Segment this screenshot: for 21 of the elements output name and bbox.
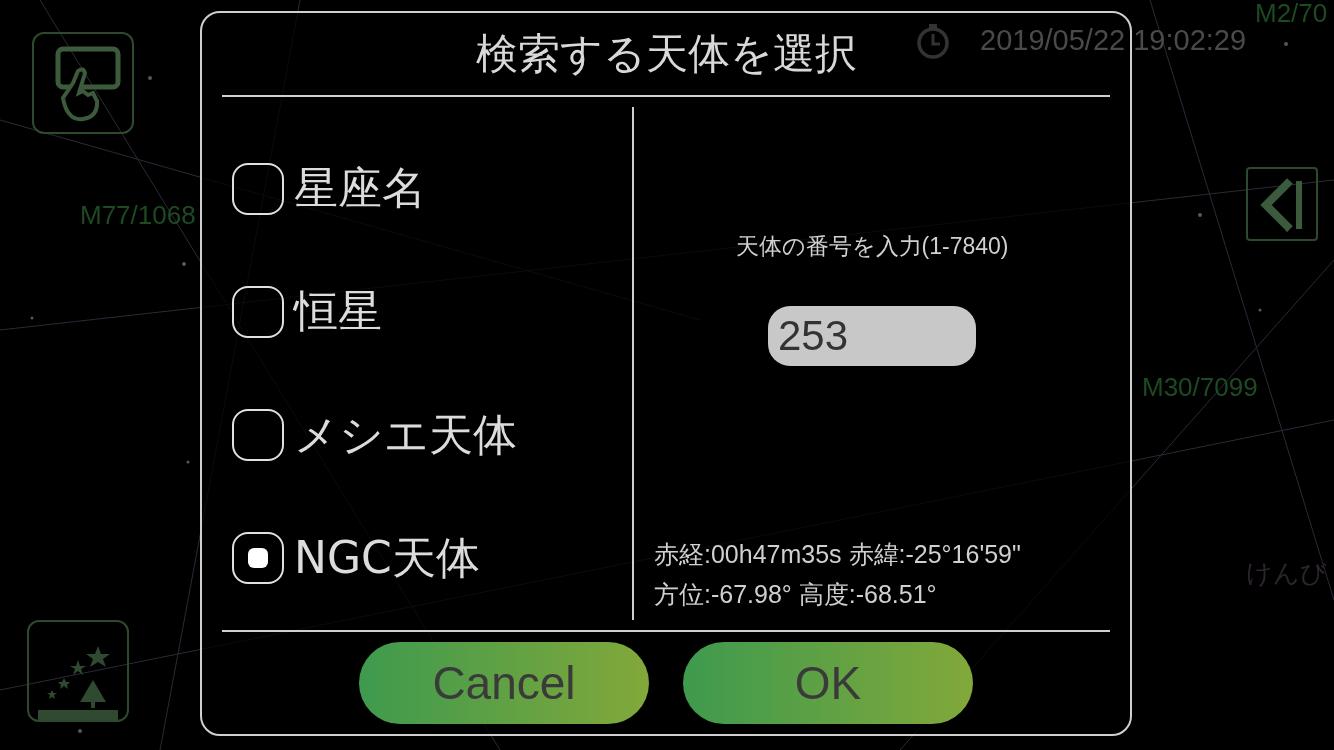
touch-mode-button[interactable] — [32, 32, 134, 134]
radio-button[interactable] — [232, 409, 284, 462]
sky-object-label: M2/70 — [1255, 0, 1328, 29]
coordinate-text: 方位:-67.98° 高度:-68.51° — [654, 579, 938, 610]
date-time: 2019/05/22 19:02:29 — [980, 24, 1247, 57]
coordinate-text: 赤経:00h47m35s 赤緯:-25°16'59" — [654, 539, 1021, 570]
radio-button[interactable] — [232, 162, 284, 215]
radio-option[interactable]: NGC天体 — [232, 528, 632, 588]
radio-option[interactable]: 恒星 — [232, 282, 632, 342]
sky-object-label: M30/7099 — [1142, 372, 1258, 403]
panel-toggle-button[interactable] — [1246, 167, 1318, 241]
radio-option[interactable]: 星座名 — [232, 159, 632, 219]
number-input-field[interactable]: 253 — [768, 306, 976, 366]
number-prompt: 天体の番号を入力(1-7840) — [735, 232, 1009, 261]
sky-object-label: M77/1068 — [80, 200, 196, 231]
radio-button[interactable] — [232, 285, 284, 338]
radio-button[interactable] — [232, 532, 284, 585]
radio-option[interactable]: メシエ天体 — [232, 405, 632, 465]
timer-icon — [915, 23, 951, 59]
dialog-button[interactable]: Cancel — [359, 642, 649, 724]
dialog-button[interactable]: OK — [683, 642, 973, 724]
